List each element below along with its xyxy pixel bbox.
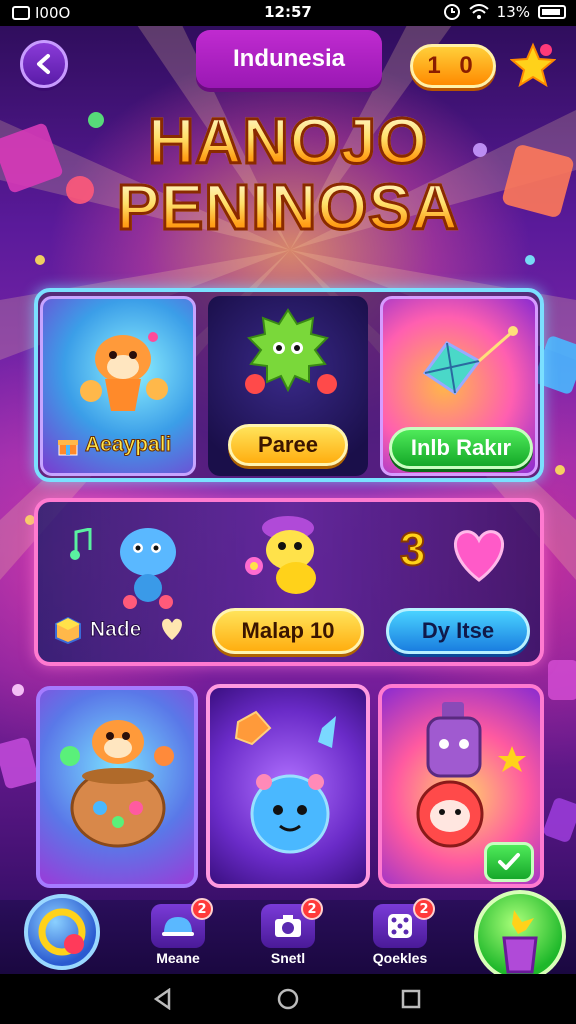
music-note-icon xyxy=(70,528,92,560)
status-right: 13% xyxy=(443,3,566,21)
system-back-button[interactable] xyxy=(150,986,176,1012)
game-title: HANOJO PENINOSA xyxy=(0,107,576,242)
heart-icon xyxy=(162,618,182,640)
back-button[interactable] xyxy=(20,40,68,88)
monster-icon xyxy=(245,308,337,394)
nav-item-snetl[interactable]: 2 Snetl xyxy=(248,898,328,970)
dice-icon xyxy=(388,914,412,938)
nav-icon-camera: 2 xyxy=(261,898,323,948)
game-card-hamster[interactable]: Aeaypali xyxy=(40,296,196,476)
circle-home-icon xyxy=(277,988,299,1010)
title-line-1: HANOJO xyxy=(0,107,576,176)
card1-label: Aeaypali xyxy=(84,433,172,457)
game-card-monster[interactable]: Paree xyxy=(208,296,368,476)
nav-label-qoekles: Qoekles xyxy=(372,950,428,966)
wifi-icon xyxy=(468,4,489,19)
star-icon[interactable] xyxy=(510,42,556,88)
battery-percent: 13% xyxy=(496,3,530,21)
kite-icon xyxy=(422,326,518,396)
game-screen: I00O 12:57 13% Indunesia 1 0 HANOJO PENI… xyxy=(0,0,576,1024)
nav-icon-helmet: 2 xyxy=(151,898,213,948)
system-home-button[interactable] xyxy=(275,986,301,1012)
checkmark-icon xyxy=(498,853,520,870)
coin-counter[interactable]: 1 0 xyxy=(410,44,496,88)
helmet-icon xyxy=(162,917,194,936)
pink-heart-icon xyxy=(454,530,504,582)
check-button[interactable] xyxy=(484,842,534,882)
middle-center-button[interactable]: Malap 10 xyxy=(212,608,364,654)
nav-label-meane: Meane xyxy=(156,950,200,966)
game-card-blob[interactable] xyxy=(206,684,370,888)
nav-icon-dice: 2 xyxy=(373,898,435,948)
region-tab[interactable]: Indunesia xyxy=(196,30,382,88)
gift-icon xyxy=(58,440,78,456)
ring-icon xyxy=(38,908,86,956)
hamster-icon xyxy=(80,332,168,411)
chevron-left-icon xyxy=(37,54,50,74)
nav-label-snetl: Snetl xyxy=(270,950,306,966)
middle-right-button[interactable]: Dy Itse xyxy=(386,608,530,654)
counter-number: 3 xyxy=(399,522,427,576)
badge-snetl: 2 xyxy=(301,898,323,920)
nav-item-meane[interactable]: 2 Meane xyxy=(138,898,218,970)
play-button[interactable] xyxy=(474,890,566,982)
cube-icon xyxy=(55,616,81,644)
treasure-cup-icon xyxy=(502,910,538,974)
game-card-hamster-pot[interactable] xyxy=(36,686,198,888)
triangle-back-icon xyxy=(153,988,171,1010)
square-recents-icon xyxy=(401,989,421,1009)
alarm-icon xyxy=(443,4,460,20)
camera-icon xyxy=(275,915,301,937)
badge-meane: 2 xyxy=(191,898,213,920)
badge-qoekles: 2 xyxy=(413,898,435,920)
game-card-kite[interactable]: Inlb Rakır xyxy=(380,296,538,476)
card3-button[interactable]: Inlb Rakır xyxy=(389,427,533,469)
system-recents-button[interactable] xyxy=(398,986,424,1012)
nav-item-qoekles[interactable]: 2 Qoekles xyxy=(360,898,440,970)
title-line-2: PENINOSA xyxy=(0,173,576,242)
middle-left-label: Nade xyxy=(89,618,142,642)
hamster-pot-icon xyxy=(60,720,174,848)
blue-creature-icon xyxy=(120,528,176,609)
card2-button[interactable]: Paree xyxy=(228,424,348,466)
blue-blob-icon xyxy=(234,710,336,854)
duck-icon xyxy=(245,516,316,594)
status-bar: I00O 12:57 13% xyxy=(0,0,576,26)
home-button[interactable] xyxy=(24,894,100,970)
battery-icon xyxy=(538,5,566,19)
